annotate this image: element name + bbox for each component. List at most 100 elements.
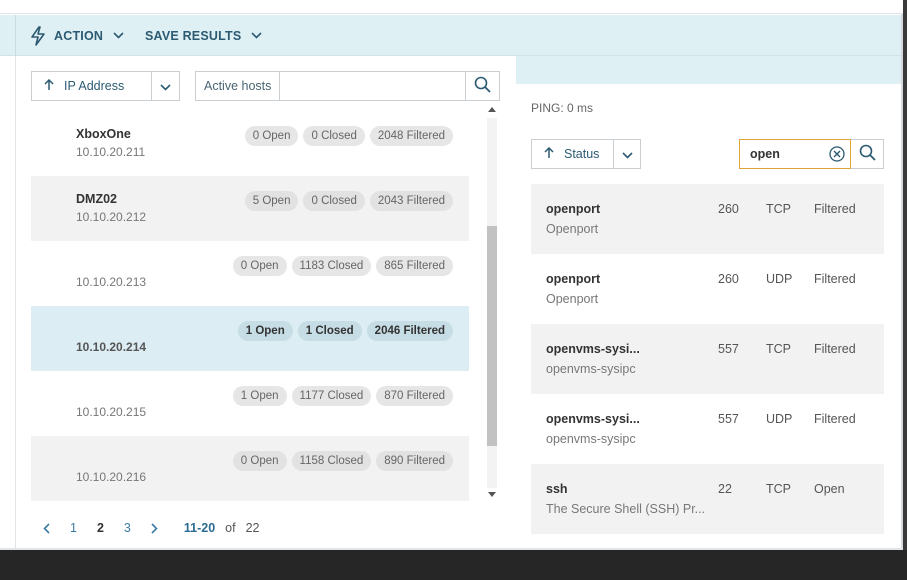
- port-name: openport: [546, 202, 601, 216]
- host-filter: Active hosts: [195, 71, 500, 101]
- host-sort-dropdown[interactable]: [152, 72, 179, 100]
- port-count-badges: 0 Open 1183 Closed 865 Filtered: [232, 256, 453, 276]
- port-name: openvms-sysi...: [546, 412, 640, 426]
- port-number: 260: [718, 202, 739, 216]
- host-search-button[interactable]: [465, 72, 499, 100]
- app-window: ACTION SAVE RESULTS IP Address Active ho…: [0, 0, 907, 580]
- host-row[interactable]: 10.10.20.213 0 Open 1183 Closed 865 Filt…: [31, 241, 469, 306]
- host-row[interactable]: 10.10.20.215 1 Open 1177 Closed 870 Filt…: [31, 371, 469, 436]
- closed-count-badge: 1158 Closed: [291, 451, 372, 471]
- chevron-left-icon[interactable]: [43, 522, 50, 534]
- host-row[interactable]: 10.10.20.216 0 Open 1158 Closed 890 Filt…: [31, 436, 469, 501]
- port-count-badges: 1 Open 1 Closed 2046 Filtered: [237, 321, 453, 341]
- closed-count-badge: 0 Closed: [303, 126, 365, 146]
- port-sort-dropdown[interactable]: [614, 140, 640, 168]
- host-name: DMZ02: [76, 192, 117, 206]
- window-edge: [903, 0, 907, 550]
- port-count-badges: 0 Open 1158 Closed 890 Filtered: [232, 451, 453, 471]
- toolbar: ACTION SAVE RESULTS: [0, 15, 901, 56]
- port-count-badges: 1 Open 1177 Closed 870 Filtered: [232, 386, 453, 406]
- closed-count-badge: 1183 Closed: [291, 256, 372, 276]
- open-count-badge: 1 Open: [232, 386, 287, 406]
- port-sort-control: Status: [531, 139, 641, 169]
- page-link-1[interactable]: 1: [70, 521, 77, 535]
- host-filter-label[interactable]: Active hosts: [196, 72, 281, 100]
- search-icon: [474, 76, 491, 96]
- open-count-badge: 0 Open: [232, 256, 287, 276]
- action-label: ACTION: [54, 28, 104, 43]
- port-row[interactable]: openport Openport 260 UDP Filtered: [531, 254, 884, 324]
- save-results-label: SAVE RESULTS: [145, 28, 242, 43]
- port-number: 260: [718, 272, 739, 286]
- sort-up-arrow-icon: [544, 146, 554, 162]
- port-description: openvms-sysipc: [546, 362, 636, 376]
- host-filter-input[interactable]: [280, 72, 465, 100]
- host-sort-button[interactable]: IP Address: [32, 72, 152, 100]
- closed-count-badge: 0 Closed: [303, 191, 365, 211]
- filtered-count-badge: 890 Filtered: [376, 451, 453, 471]
- host-row[interactable]: DMZ02 10.10.20.212 5 Open 0 Closed 2043 …: [31, 176, 469, 241]
- host-ip: 10.10.20.213: [76, 275, 147, 289]
- port-row[interactable]: openvms-sysi... openvms-sysipc 557 TCP F…: [531, 324, 884, 394]
- sort-up-arrow-icon: [44, 78, 54, 94]
- port-search-input[interactable]: [740, 147, 824, 161]
- host-name: XboxOne: [76, 127, 131, 141]
- port-name: openvms-sysi...: [546, 342, 640, 356]
- port-state: Filtered: [814, 412, 856, 426]
- port-description: Openport: [546, 292, 599, 306]
- port-number: 22: [718, 482, 732, 496]
- page-link-2[interactable]: 2: [97, 521, 104, 535]
- chevron-right-icon[interactable]: [151, 522, 158, 534]
- port-protocol: UDP: [766, 412, 793, 426]
- host-row-selected[interactable]: 10.10.20.214 1 Open 1 Closed 2046 Filter…: [31, 306, 469, 371]
- filtered-count-badge: 2046 Filtered: [366, 321, 453, 341]
- action-button[interactable]: ACTION: [30, 15, 124, 56]
- chevron-down-icon: [621, 147, 633, 162]
- port-state: Open: [814, 482, 845, 496]
- port-number: 557: [718, 342, 739, 356]
- port-number: 557: [718, 412, 739, 426]
- page-range: 11-20: [183, 521, 216, 535]
- port-protocol: TCP: [766, 482, 791, 496]
- open-count-badge: 1 Open: [237, 321, 293, 341]
- filtered-count-badge: 870 Filtered: [376, 386, 453, 406]
- scroll-up-icon[interactable]: [484, 102, 500, 116]
- search-icon: [859, 144, 876, 164]
- port-name: ssh: [546, 482, 568, 496]
- port-sort-button[interactable]: Status: [532, 140, 614, 168]
- port-state: Filtered: [814, 342, 856, 356]
- port-description: openvms-sysipc: [546, 432, 636, 446]
- chevron-down-icon: [251, 32, 262, 39]
- port-row[interactable]: openport Openport 260 TCP Filtered: [531, 184, 884, 254]
- port-description: Openport: [546, 222, 599, 236]
- top-strip: [0, 0, 907, 14]
- clear-icon[interactable]: [824, 146, 850, 162]
- port-count-badges: 5 Open 0 Closed 2043 Filtered: [244, 191, 453, 211]
- save-results-button[interactable]: SAVE RESULTS: [145, 15, 262, 56]
- host-ip: 10.10.20.212: [76, 210, 147, 224]
- scroll-down-icon[interactable]: [484, 487, 500, 501]
- pagination: 1 2 3 11-20 of 22: [31, 516, 259, 540]
- ping-readout: PING: 0 ms: [531, 101, 594, 115]
- port-protocol: UDP: [766, 272, 793, 286]
- page-of-label: of: [225, 521, 236, 535]
- port-row[interactable]: ssh The Secure Shell (SSH) Pr... 22 TCP …: [531, 464, 884, 534]
- open-count-badge: 0 Open: [244, 126, 299, 146]
- page-link-3[interactable]: 3: [124, 521, 131, 535]
- taskbar: [0, 550, 907, 580]
- closed-count-badge: 1 Closed: [297, 321, 362, 341]
- port-search-button[interactable]: [851, 139, 884, 169]
- host-row[interactable]: XboxOne 10.10.20.211 0 Open 0 Closed 204…: [31, 101, 469, 166]
- filtered-count-badge: 2043 Filtered: [369, 191, 453, 211]
- port-state: Filtered: [814, 202, 856, 216]
- host-list-scrollbar[interactable]: [484, 101, 500, 505]
- port-state: Filtered: [814, 272, 856, 286]
- port-row[interactable]: openvms-sysi... openvms-sysipc 557 UDP F…: [531, 394, 884, 464]
- host-ip: 10.10.20.211: [76, 145, 146, 159]
- host-list: XboxOne 10.10.20.211 0 Open 0 Closed 204…: [31, 101, 469, 501]
- port-protocol: TCP: [766, 202, 791, 216]
- port-sort-label: Status: [564, 147, 600, 161]
- filtered-count-badge: 2048 Filtered: [369, 126, 453, 146]
- details-header: [516, 56, 901, 84]
- scroll-thumb[interactable]: [487, 226, 497, 446]
